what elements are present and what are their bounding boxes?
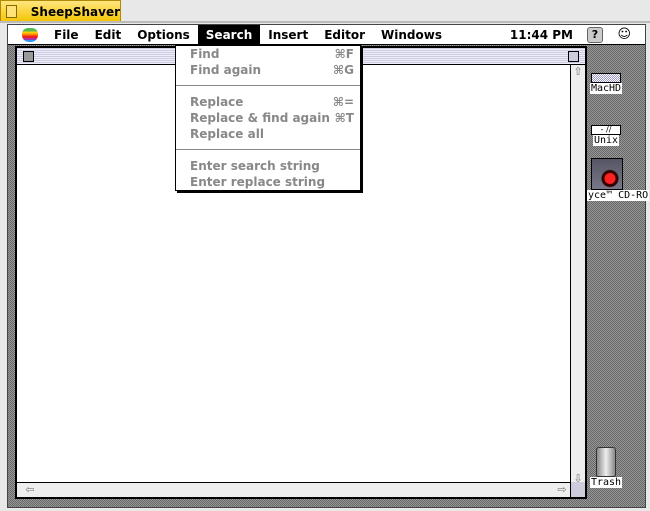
menu-item-find[interactable]: Find ⌘F [176, 46, 360, 62]
host-window-icon [6, 5, 17, 18]
hard-disk-icon [591, 73, 621, 83]
host-window-tab[interactable]: SheepShaver [0, 0, 121, 22]
grow-box[interactable] [570, 482, 585, 497]
disk-icon: - // [591, 125, 621, 135]
shortcut: ⌘G [333, 63, 354, 77]
desktop-icon-machd[interactable]: MacHD [589, 73, 623, 94]
menu-item-replace-all[interactable]: Replace all [176, 126, 360, 142]
menu-item-label: Find [190, 47, 220, 61]
icon-label: yce™ CD-RO [587, 190, 650, 201]
vertical-scrollbar[interactable]: ⇧ ⇩ [570, 65, 585, 485]
menu-insert[interactable]: Insert [260, 25, 316, 45]
scroll-up-arrow-icon[interactable]: ⇧ [571, 65, 585, 78]
scroll-right-arrow-icon[interactable]: ⇨ [555, 483, 569, 496]
menu-file[interactable]: File [46, 25, 87, 45]
horizontal-scrollbar[interactable]: ⇦ ⇨ [17, 482, 585, 497]
apple-menu-icon[interactable] [22, 27, 38, 42]
close-box[interactable] [23, 51, 34, 62]
mac-desktop: File Edit Options Search Insert Editor W… [7, 24, 650, 508]
menu-item-label: Enter search string [190, 159, 320, 173]
icon-label: MacHD [589, 83, 623, 94]
menu-separator [176, 149, 360, 150]
menu-item-label: Replace [190, 95, 244, 109]
icon-label: Unix [592, 135, 620, 146]
menu-options[interactable]: Options [129, 25, 198, 45]
shortcut: ⌘F [334, 47, 354, 61]
menu-item-replace[interactable]: Replace ⌘= [176, 94, 360, 110]
application-menu-icon[interactable]: ☺ [617, 27, 631, 42]
host-title: SheepShaver [30, 4, 120, 19]
menu-separator [176, 85, 360, 86]
desktop-icon-unix[interactable]: - // Unix [589, 125, 623, 146]
menu-item-find-again[interactable]: Find again ⌘G [176, 62, 360, 78]
menu-search[interactable]: Search [197, 24, 261, 45]
menu-edit[interactable]: Edit [87, 25, 130, 45]
clock[interactable]: 11:44 PM [510, 25, 573, 45]
desktop-icon-cdrom[interactable]: yce™ CD-RO [587, 158, 650, 201]
trash-icon [596, 447, 616, 477]
menu-item-label: Find again [190, 63, 262, 77]
help-icon[interactable]: ? [587, 27, 603, 43]
menu-item-enter-search-string[interactable]: Enter search string [176, 158, 360, 174]
shortcut: ⌘= [332, 95, 354, 109]
search-menu-dropdown: Find ⌘F Find again ⌘G Replace ⌘= Replace & … [175, 45, 361, 191]
menu-bar: File Edit Options Search Insert Editor W… [8, 24, 645, 45]
desktop-icon-trash[interactable]: Trash [589, 447, 623, 488]
menu-item-label: Replace & find again [190, 111, 330, 125]
shortcut: ⌘T [334, 111, 354, 125]
menu-item-replace-find-again[interactable]: Replace & find again ⌘T [176, 110, 360, 126]
menu-editor[interactable]: Editor [316, 25, 373, 45]
zoom-box[interactable] [568, 51, 579, 62]
menu-item-label: Enter replace string [190, 175, 326, 189]
menu-item-enter-replace-string[interactable]: Enter replace string [176, 174, 360, 190]
host-divider [0, 21, 650, 23]
menu-item-label: Replace all [190, 127, 264, 141]
icon-label: Trash [589, 477, 623, 488]
scroll-left-arrow-icon[interactable]: ⇦ [23, 483, 37, 496]
menu-windows[interactable]: Windows [373, 25, 450, 45]
cd-rom-icon [591, 158, 623, 190]
